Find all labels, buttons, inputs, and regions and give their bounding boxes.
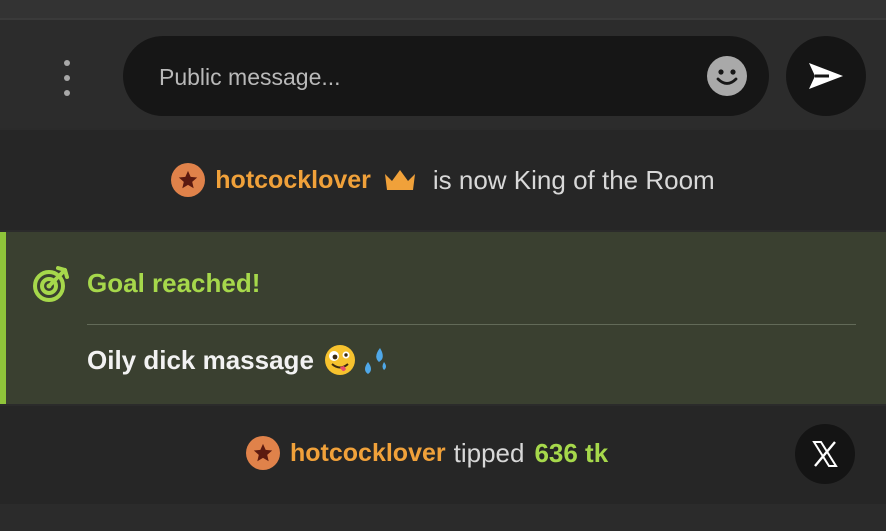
target-icon xyxy=(32,265,70,303)
message-composer xyxy=(0,20,886,128)
goal-divider xyxy=(87,324,856,325)
tipper-username-link[interactable]: hotcocklover xyxy=(290,439,446,468)
tip-amount: 636 tk xyxy=(534,437,609,468)
tip-verb: tipped xyxy=(453,437,525,468)
send-icon xyxy=(809,63,843,89)
goal-accent-bar xyxy=(0,232,6,404)
message-input-wrapper xyxy=(123,36,769,118)
goal-reached-card: Goal reached! Oily dick massage xyxy=(0,232,886,404)
x-close-icon[interactable] xyxy=(795,424,855,484)
kebab-menu-icon[interactable] xyxy=(56,60,78,96)
crown-icon xyxy=(383,168,417,192)
public-message-input[interactable] xyxy=(157,36,681,118)
zany-face-emoji xyxy=(324,345,355,375)
goal-title: Goal reached! xyxy=(87,268,261,298)
sweat-droplets-emoji xyxy=(364,348,386,374)
goal-description: Oily dick massage xyxy=(87,344,314,375)
star-badge-icon xyxy=(246,436,280,470)
send-button[interactable] xyxy=(786,36,866,116)
king-username-link[interactable]: hotcocklover xyxy=(215,166,371,195)
star-badge-icon xyxy=(171,163,206,197)
king-message-text: is now King of the Room xyxy=(432,164,715,195)
bottom-area xyxy=(0,504,886,531)
smiley-icon[interactable] xyxy=(707,56,747,96)
goal-description-row: Oily dick massage xyxy=(87,344,390,376)
tip-notice: hotcocklover tipped 636 tk xyxy=(0,406,886,504)
king-of-room-notice: hotcocklover is now King of the Room xyxy=(0,130,886,230)
top-strip xyxy=(0,0,886,20)
